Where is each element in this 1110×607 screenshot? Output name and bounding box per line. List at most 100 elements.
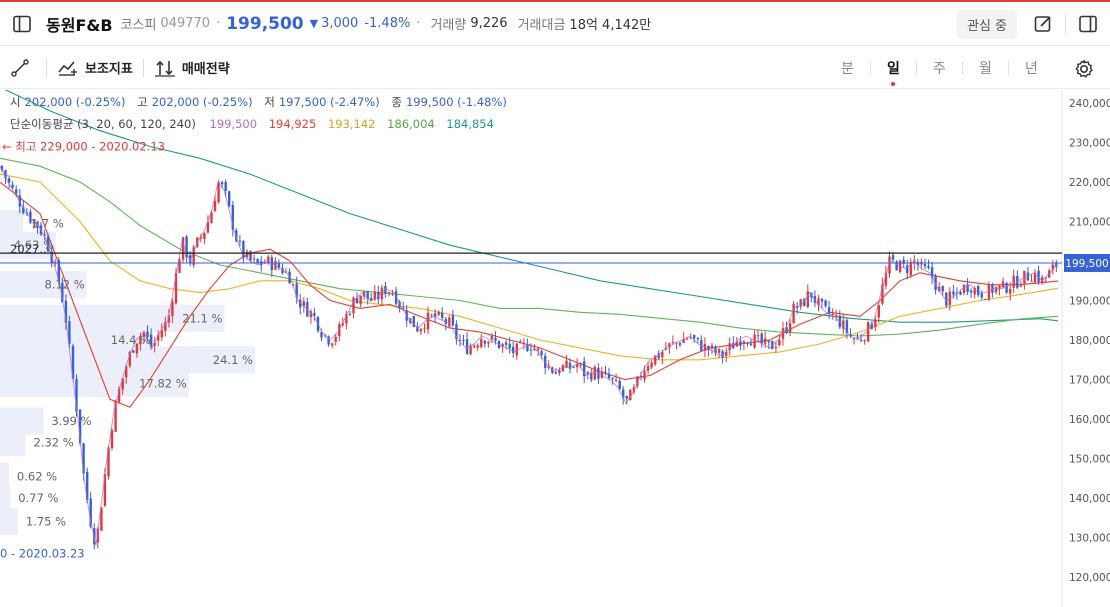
panel-toggle-icon[interactable] xyxy=(1072,8,1104,40)
sidebar-toggle-icon[interactable] xyxy=(6,8,38,40)
candle-body xyxy=(646,366,650,371)
candle-body xyxy=(863,340,866,342)
candle-body xyxy=(607,373,611,379)
period-week[interactable]: 주 xyxy=(917,58,962,78)
stock-name[interactable]: 동원F&B xyxy=(46,12,113,36)
y-tick-label: 120,000 xyxy=(1069,572,1110,584)
volume-profile-label: 0.62 % xyxy=(17,469,57,483)
candle-body xyxy=(650,362,653,368)
candle-body xyxy=(604,371,607,373)
candle-body xyxy=(820,298,824,302)
current-price: 199,500 xyxy=(226,13,304,34)
resistance-label: 2027.. xyxy=(10,242,47,256)
candle-body xyxy=(835,315,838,317)
open-value: 202,000 (-0.25%) xyxy=(24,95,126,109)
y-tick-label: 180,000 xyxy=(1069,335,1110,347)
open-label: 시 xyxy=(10,95,21,109)
candle-body xyxy=(487,341,490,344)
turnover-value: 18억 4,142만 xyxy=(569,18,652,33)
candle-body xyxy=(941,285,944,292)
candle-body xyxy=(387,292,391,294)
candle-body xyxy=(558,370,561,373)
candle-body xyxy=(15,189,18,194)
candle-body xyxy=(891,255,895,260)
period-month[interactable]: 월 xyxy=(963,58,1008,78)
candle-body xyxy=(540,351,543,355)
candle-body xyxy=(710,345,714,349)
candle-body xyxy=(739,341,742,346)
change-down-arrow: ▼ xyxy=(309,17,319,30)
candle-body xyxy=(572,366,575,368)
candle-body xyxy=(331,343,334,346)
draw-line-icon[interactable] xyxy=(4,52,36,84)
moving-average-info: 단순이동평균 (3, 20, 60, 120, 240) 199,500 194… xyxy=(10,116,502,132)
candle-body xyxy=(228,191,231,207)
ma3-value: 199,500 xyxy=(209,117,258,131)
indicators-button[interactable]: 보조지표 xyxy=(57,58,133,77)
stock-code: 049770 xyxy=(160,16,211,31)
candle-body xyxy=(565,360,568,368)
candle-body xyxy=(504,342,508,345)
price-chart[interactable]: 1.75 % 0.77 % 0.62 % 2.32 % 3.99 % 17.82 % 24.… xyxy=(0,90,1110,607)
candle-body xyxy=(430,314,433,316)
candle-body xyxy=(391,293,394,295)
ma240-value: 184,854 xyxy=(446,117,494,131)
y-tick-label: 190,000 xyxy=(1069,296,1110,308)
volume-profile-label: 8.12 % xyxy=(44,278,84,292)
volume-profile-label: 17.82 % xyxy=(139,376,187,390)
candle-body xyxy=(856,337,859,339)
candle-body xyxy=(579,363,582,365)
candle-body xyxy=(625,395,628,399)
period-day[interactable]: 일 xyxy=(871,58,916,86)
volume-profile-label: 1.75 % xyxy=(26,515,66,529)
candle-body xyxy=(529,349,533,351)
candle-body xyxy=(643,371,646,380)
candle-body xyxy=(462,339,465,341)
candle-body xyxy=(969,290,973,293)
gear-icon[interactable] xyxy=(1068,53,1100,85)
candle-body xyxy=(1030,280,1033,282)
chart-canvas[interactable]: 1.75 % 0.77 % 0.62 % 2.32 % 3.99 % 17.82 % 24.… xyxy=(0,90,1110,607)
y-tick-label: 220,000 xyxy=(1069,177,1110,189)
candle-body xyxy=(132,350,135,353)
y-tick-label: 210,000 xyxy=(1069,217,1110,229)
candle-body xyxy=(824,300,827,307)
candle-body xyxy=(618,380,621,389)
y-tick-label: 130,000 xyxy=(1069,533,1110,545)
period-minute[interactable]: 분 xyxy=(825,58,870,78)
stock-header: 동원F&B 코스피 049770 · 199,500 ▼ 3,000 -1.48… xyxy=(0,2,1110,46)
candle-body xyxy=(859,339,863,341)
strategy-label: 매매전략 xyxy=(181,62,230,77)
candle-body xyxy=(806,291,809,308)
candle-body xyxy=(536,348,540,351)
candle-body xyxy=(593,366,596,380)
candle-body xyxy=(469,346,472,355)
price-change-pct: -1.48% xyxy=(364,16,411,31)
candle-body xyxy=(1012,275,1015,288)
candle-body xyxy=(213,201,217,212)
candle-body xyxy=(490,336,494,340)
candle-body xyxy=(561,365,565,372)
y-tick-label: 140,000 xyxy=(1069,493,1110,505)
candle-body xyxy=(171,301,174,316)
period-year[interactable]: 년 xyxy=(1009,58,1054,78)
ma120-value: 186,004 xyxy=(387,117,435,131)
volume-profile-label: 14.4 % xyxy=(111,333,151,347)
candle-body xyxy=(590,372,593,380)
candle-body xyxy=(685,338,689,340)
high-marker-label: ← 최고 229,000 - 2020.02.13 xyxy=(2,139,165,153)
watchlist-button[interactable]: 관심 중 xyxy=(956,9,1017,39)
edit-icon[interactable] xyxy=(1027,8,1059,40)
candle-body xyxy=(827,307,831,314)
indicators-label: 보조지표 xyxy=(85,62,133,77)
ohlc-info: 시 202,000 (-0.25%) 고 202,000 (-0.25%) 저 197… xyxy=(10,94,515,110)
candle-body xyxy=(792,303,795,324)
strategy-button[interactable]: 매매전략 xyxy=(154,58,230,77)
candle-body xyxy=(980,293,983,298)
separator-dot: · xyxy=(216,16,221,31)
candle-body xyxy=(348,314,352,315)
candle-body xyxy=(678,343,682,345)
candle-body xyxy=(1019,285,1022,287)
header-divider xyxy=(1065,13,1066,35)
buy-sell-arrows-icon xyxy=(154,60,175,77)
